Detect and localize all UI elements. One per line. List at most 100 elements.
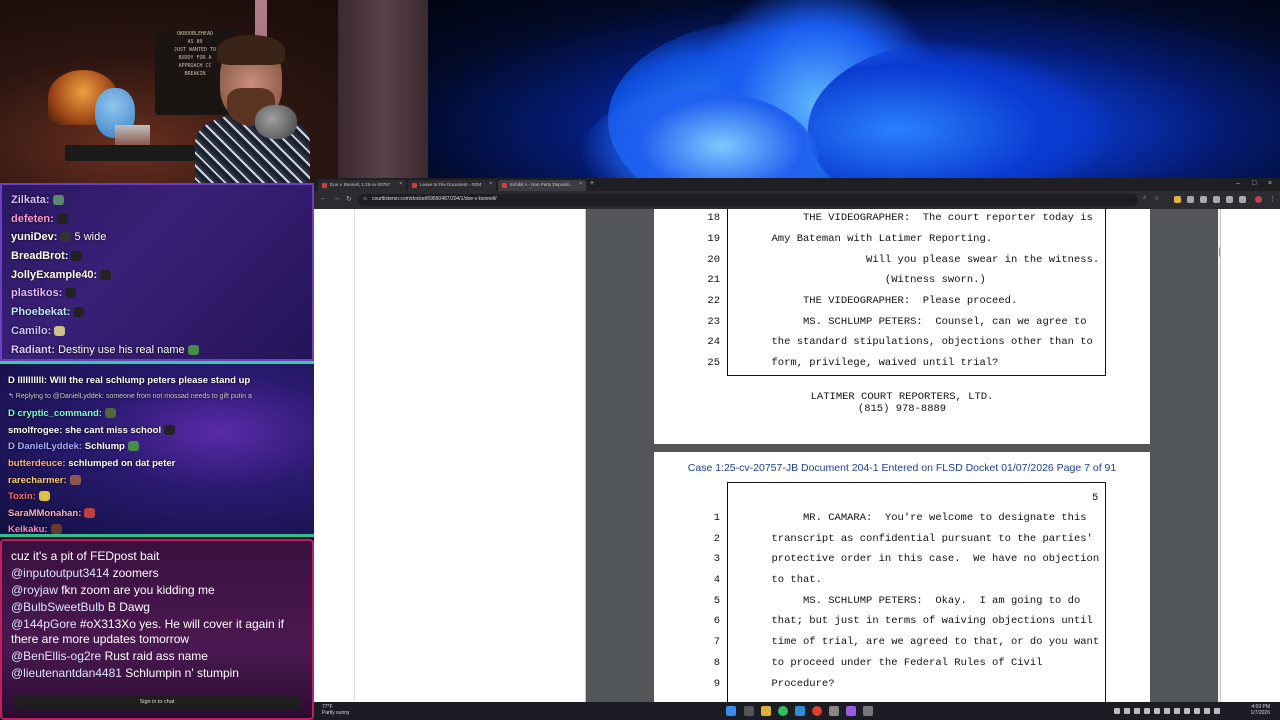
sidepanel-icon[interactable] <box>1239 196 1246 203</box>
close-tab-icon[interactable]: × <box>579 181 582 187</box>
line-number: 1 <box>713 512 720 524</box>
yt-chat-message: @144pGore #oX313Xo yes. He will cover it… <box>11 617 285 631</box>
back-icon[interactable]: ← <box>320 195 327 202</box>
maximize-icon[interactable]: □ <box>1252 180 1256 187</box>
transcript-line: MS. SCHLUMP PETERS: Counsel, can we agre… <box>740 316 1087 328</box>
transcript-line: the standard stipulations, objections ot… <box>740 336 1093 348</box>
line-number: 3 <box>713 553 720 565</box>
spotify-icon[interactable] <box>778 706 788 716</box>
minimize-icon[interactable]: – <box>1236 180 1240 187</box>
site-info-icon[interactable]: ⊙ <box>363 196 367 202</box>
line-number: 4 <box>713 574 720 586</box>
new-tab-icon[interactable]: + <box>590 180 594 187</box>
forward-icon[interactable]: → <box>333 195 340 202</box>
close-tab-icon[interactable]: × <box>489 181 492 187</box>
extension-icon[interactable] <box>1200 196 1207 203</box>
browser-tab[interactable]: Doe v. Bonnell, 1:25-cv-20757 × <box>318 180 406 191</box>
yt-chat-message: @BulbSweetBulb B Dawg <box>11 600 150 614</box>
extension-icon[interactable] <box>1213 196 1220 203</box>
pdf-page: 18 THE VIDEOGRAPHER: The court reporter … <box>654 209 1150 444</box>
transcript-line: THE VIDEOGRAPHER: The court reporter tod… <box>740 212 1093 224</box>
navigation-bar: ← → ↻ ⊙ courtlistener.com/docket/6965048… <box>314 191 1280 209</box>
app-icon[interactable] <box>829 706 839 716</box>
chat-message: Radiant: Destiny use his real name <box>11 344 199 356</box>
left-margin-pane <box>314 209 586 702</box>
volume-icon[interactable] <box>1214 708 1220 714</box>
browser-window: Doe v. Bonnell, 1:25-cv-20757 × Leave to… <box>314 178 1280 702</box>
line-number: 2 <box>713 533 720 545</box>
yt-chat-message: cuz it's a pit of FEDpost bait <box>11 549 160 563</box>
tray-icon[interactable] <box>1184 708 1190 714</box>
chat-message: butterdeuce: schlumped on dat peter <box>8 458 176 469</box>
keyboard <box>65 145 195 161</box>
chat-message: JollyExample40: <box>11 269 112 281</box>
zoom-icon[interactable]: ⌕ <box>1143 195 1146 202</box>
transcript-line: Amy Bateman with Latimer Reporting. <box>740 233 993 245</box>
yt-chat-message: @BenEllis-og2re Rust raid ass name <box>11 649 208 663</box>
wifi-icon[interactable] <box>1204 708 1210 714</box>
weather-widget[interactable]: 77°F Partly sunny <box>322 704 350 716</box>
reporter-phone: (815) 978-8889 <box>857 403 947 415</box>
chrome-icon[interactable] <box>812 706 822 716</box>
desktop-wallpaper <box>428 0 1280 183</box>
chat-message: Zilkata: <box>11 194 64 206</box>
line-number: 6 <box>713 615 720 627</box>
yt-chat-message: @royjaw fkn zoom are you kidding me <box>11 583 215 597</box>
right-margin-pane <box>1220 209 1280 702</box>
tray-icon[interactable] <box>1124 708 1130 714</box>
taskview-icon[interactable] <box>744 706 754 716</box>
taskbar: 77°F Partly sunny 4:59 PM 1/7/2026 <box>314 702 1280 720</box>
document-area[interactable]: 18 THE VIDEOGRAPHER: The court reporter … <box>586 209 1220 702</box>
bookmark-star-icon[interactable]: ☆ <box>1154 195 1159 202</box>
screen: OKBOOBLEHEAD AS 80 JUST WANTED TO BUDDY … <box>0 0 1280 720</box>
browser-tab[interactable]: Leave to File Document - #204 × <box>408 180 496 191</box>
chat-message: D DanielLyddek: Schlump <box>8 441 139 452</box>
favicon-icon <box>322 183 327 188</box>
tray-icon[interactable] <box>1164 708 1170 714</box>
microphone <box>255 105 297 139</box>
clock[interactable]: 4:59 PM 1/7/2026 <box>1251 704 1270 716</box>
address-bar[interactable]: ⊙ courtlistener.com/docket/69650487/204/… <box>358 194 1138 206</box>
tray-icon[interactable] <box>1144 708 1150 714</box>
transcript-page-number: 5 <box>1092 492 1099 504</box>
tray-icon[interactable] <box>1134 708 1140 714</box>
chat-message: SaraMMonahan: <box>8 508 96 519</box>
transcript-line: protective order in this case. We have n… <box>740 553 1100 565</box>
tray-icon[interactable] <box>1114 708 1120 714</box>
app-icon[interactable] <box>846 706 856 716</box>
app-icon[interactable] <box>863 706 873 716</box>
chat-message: plastikos: <box>11 287 77 299</box>
line-number: 19 <box>707 233 720 245</box>
transcript-line: time of trial, are we agreed to that, or… <box>740 636 1100 648</box>
twitch-chat-panel: Zilkata: defeten: yuniDev: 5 wide BreadB… <box>0 183 314 361</box>
sign-in-to-chat-button[interactable]: Sign in to chat <box>14 695 300 709</box>
line-number: 20 <box>707 254 720 266</box>
profile-avatar[interactable] <box>1255 196 1262 203</box>
line-number: 7 <box>713 636 720 648</box>
start-icon[interactable] <box>726 706 736 716</box>
twitch-chat-panel-2: D llllllllll: Will the real schlump pete… <box>0 361 314 537</box>
close-tab-icon[interactable]: × <box>399 181 402 187</box>
tray-icon[interactable] <box>1154 708 1160 714</box>
tray-icon[interactable] <box>1194 708 1200 714</box>
chat-message: rarecharmer: <box>8 475 81 486</box>
edge-icon[interactable] <box>795 706 805 716</box>
file-explorer-icon[interactable] <box>761 706 771 716</box>
transcript-line: MS. SCHLUMP PETERS: Okay. I am going to … <box>740 595 1081 607</box>
extension-icon[interactable] <box>1187 196 1194 203</box>
extension-icon[interactable] <box>1174 196 1181 203</box>
menu-icon[interactable]: ⋮ <box>1269 195 1276 203</box>
transcript-line: (Witness sworn.) <box>740 274 986 286</box>
transcript-line: to proceed under the Federal Rules of Ci… <box>740 657 1043 669</box>
tab-title: Leave to File Document - #204 <box>420 182 482 187</box>
browser-tab-active[interactable]: Exhibit A - Non Party Depositi... × <box>498 180 586 191</box>
tray-icon[interactable] <box>1174 708 1180 714</box>
tab-bar: Doe v. Bonnell, 1:25-cv-20757 × Leave to… <box>314 178 1280 191</box>
close-window-icon[interactable]: × <box>1268 180 1272 187</box>
downloads-icon[interactable] <box>1226 196 1233 203</box>
chat-message: Toxin: <box>8 491 50 502</box>
transcript-line: THE VIDEOGRAPHER: Please proceed. <box>740 295 1018 307</box>
reload-icon[interactable]: ↻ <box>346 195 352 203</box>
youtube-chat-panel: cuz it's a pit of FEDpost bait @inputout… <box>0 539 314 720</box>
yt-chat-message: @lieutenantdan4481 Schlumpin n' stumpin <box>11 666 239 680</box>
